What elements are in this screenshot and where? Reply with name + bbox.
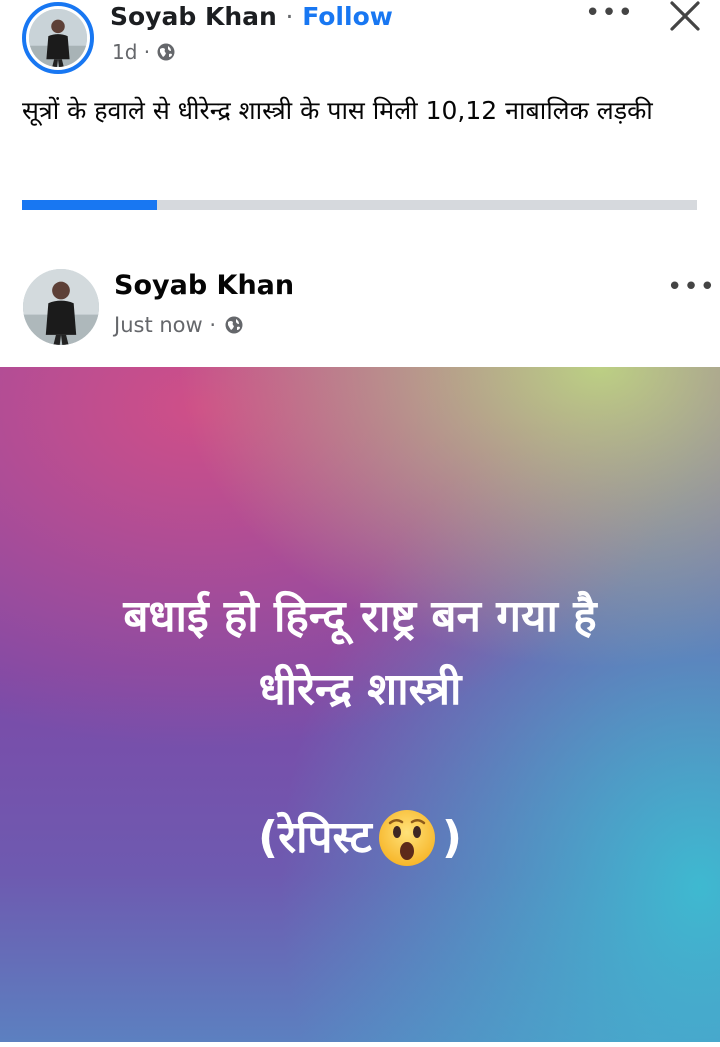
more-options-icon[interactable]: •••	[585, 0, 634, 26]
post-text-line-3: (रेपिस्ट )	[0, 807, 720, 869]
post-text-line-2: धीरेन्द्र शास्त्री	[258, 664, 462, 715]
story-header: Soyab Khan · Follow 1d · ••• सूत्रों के …	[0, 0, 720, 240]
avatar	[29, 9, 87, 67]
close-icon[interactable]	[665, 0, 705, 38]
story-time: 1d ·	[112, 40, 151, 64]
story-author-name[interactable]: Soyab Khan	[110, 2, 277, 31]
story-progress-fill	[22, 200, 157, 210]
name-separator: ·	[285, 2, 294, 31]
story-author-line: Soyab Khan · Follow	[110, 2, 393, 31]
globe-icon	[224, 315, 244, 335]
avatar-photo	[23, 269, 99, 345]
post-text-line-1: बधाई हो हिन्दू राष्ट्र बन गया है	[123, 591, 597, 642]
colored-text-post: बधाई हो हिन्दू राष्ट्र बन गया है धीरेन्द…	[0, 367, 720, 1042]
surprised-face-emoji-icon	[376, 807, 438, 869]
globe-icon	[156, 42, 176, 62]
post-author-name[interactable]: Soyab Khan	[114, 270, 294, 301]
post-text-line-3-prefix: (रेपिस्ट	[258, 812, 372, 863]
post-time: Just now ·	[114, 313, 217, 337]
post-avatar[interactable]	[23, 269, 99, 345]
story-progress-bar	[22, 200, 697, 210]
post-meta: Just now ·	[114, 313, 244, 337]
post-text-line-3-suffix: )	[441, 812, 462, 863]
story-avatar-ring[interactable]	[22, 2, 94, 74]
story-meta: 1d ·	[112, 40, 176, 64]
follow-button[interactable]: Follow	[302, 2, 393, 31]
avatar-photo	[29, 9, 87, 67]
post-more-options-icon[interactable]: •••	[667, 274, 716, 300]
story-text: सूत्रों के हवाले से धीरेन्द्र शास्त्री क…	[22, 96, 653, 125]
